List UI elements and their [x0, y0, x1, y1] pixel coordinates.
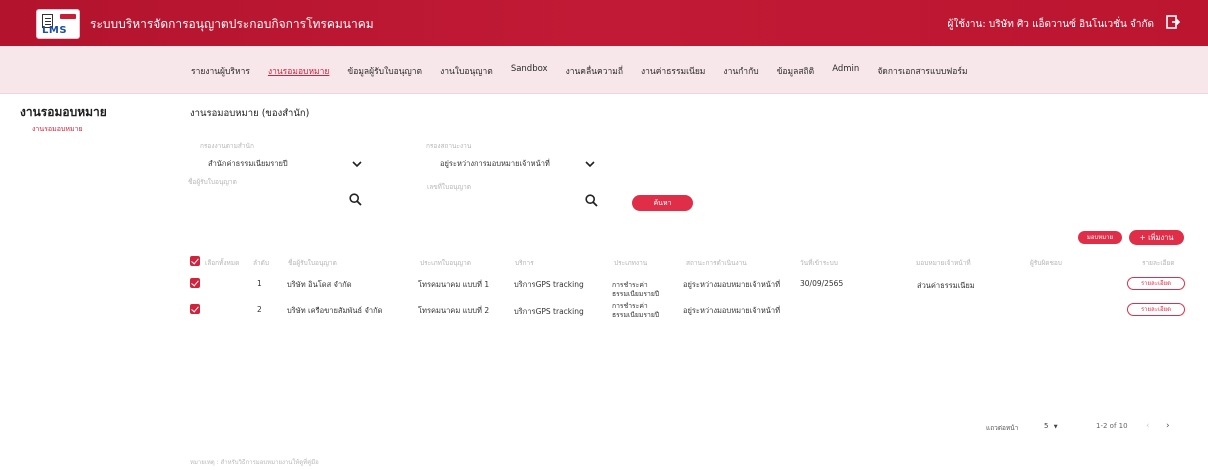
- chevron-down-icon[interactable]: [352, 161, 362, 168]
- col-header-detail: รายละเอียด: [1142, 259, 1175, 267]
- row-status: อยู่ระหว่างมอบหมายเจ้าหน้าที่: [683, 280, 781, 289]
- search-icon[interactable]: [585, 194, 598, 207]
- row-service: บริการGPS tracking: [514, 307, 584, 316]
- col-header-job-type: ประเภทงาน: [614, 259, 648, 267]
- logo-text: LMS: [42, 25, 68, 36]
- row-job-type: การชำระค่าธรรมเนียมรายปี: [612, 302, 660, 319]
- nav-item-admin[interactable]: Admin: [832, 64, 859, 78]
- app-title: ระบบบริหารจัดการอนุญาตประกอบกิจการโทรคมน…: [90, 17, 374, 31]
- main-nav: รายงานผู้บริหาร งานรอมอบหมาย ข้อมูลผู้รั…: [0, 46, 1208, 94]
- user-info: ผู้ใช้งาน: บริษัท ศิว แอ็ดวานซ์ อินโนเวช…: [947, 19, 1154, 30]
- row-license-type: โทรคมนาคม แบบที่ 2: [418, 306, 490, 315]
- nav-item-frequency[interactable]: งานคลื่นความถี่: [566, 64, 623, 78]
- chevron-down-icon[interactable]: [585, 161, 595, 168]
- col-header-licensee: ชื่อผู้รับใบอนุญาต: [288, 259, 337, 267]
- sidebar-link-pending-assignment[interactable]: งานรอมอบหมาย: [32, 124, 83, 135]
- row-license-type: โทรคมนาคม แบบที่ 1: [418, 280, 490, 289]
- add-job-button[interactable]: + เพิ่มงาน: [1129, 230, 1184, 245]
- col-header-status: สถานะการดำเนินงาน: [686, 259, 747, 267]
- row-detail-button[interactable]: รายละเอียด: [1127, 277, 1185, 290]
- status-filter-select[interactable]: อยู่ระหว่างการมอบหมายเจ้าหน้าที่: [440, 158, 550, 170]
- row-status: อยู่ระหว่างมอบหมายเจ้าหน้าที่: [683, 306, 781, 315]
- nav-item-pending-assignment[interactable]: งานรอมอบหมาย: [268, 64, 329, 78]
- row-job-type: การชำระค่าธรรมเนียมรายปี: [612, 281, 660, 298]
- row-index: 1: [257, 279, 262, 288]
- nav-item-license-work[interactable]: งานใบอนุญาต: [440, 64, 493, 78]
- license-no-search-label: เลขที่ใบอนุญาต: [427, 183, 471, 191]
- rows-per-page-label: แถวต่อหน้า: [986, 424, 1019, 432]
- top-header: LMS ระบบบริหารจัดการอนุญาตประกอบกิจการโท…: [0, 0, 1208, 46]
- footnote: หมายเหตุ : สำหรับวิธีการมอบหมายงานให้ดูท…: [190, 459, 319, 466]
- dept-filter-select[interactable]: สำนักค่าธรรมเนียมรายปี: [208, 158, 288, 170]
- search-icon[interactable]: [349, 193, 362, 206]
- page-title: งานรอมอบหมาย (ของสำนัก): [190, 108, 310, 119]
- dept-filter-label: กรองงานตามสำนัก: [200, 142, 254, 150]
- licensee-search-label: ชื่อผู้รับใบอนุญาต: [188, 178, 237, 186]
- nav-item-fees[interactable]: งานค่าธรรมเนียม: [641, 64, 705, 78]
- col-header-service: บริการ: [515, 259, 534, 267]
- lms-logo[interactable]: LMS: [36, 9, 80, 39]
- select-all-checkbox[interactable]: [190, 256, 200, 266]
- col-header-date: วันที่เข้าระบบ: [800, 259, 838, 267]
- col-header-index: ลำดับ: [253, 259, 269, 267]
- sidebar-title: งานรอมอบหมาย: [20, 105, 107, 119]
- nav-item-executive-report[interactable]: รายงานผู้บริหาร: [191, 64, 250, 78]
- row-checkbox[interactable]: [190, 304, 200, 314]
- col-header-select-all: เลือกทั้งหมด: [205, 259, 240, 267]
- col-header-license-type: ประเภทใบอนุญาต: [420, 259, 471, 267]
- rows-per-page-select[interactable]: 5 ▼: [1044, 422, 1058, 430]
- col-header-assigned: มอบหมายเจ้าหน้าที่: [916, 259, 971, 267]
- logout-icon[interactable]: [1166, 15, 1180, 29]
- row-licensee: บริษัท เครือขายสัมพันธ์ จำกัด: [287, 306, 383, 315]
- row-checkbox[interactable]: [190, 278, 200, 288]
- next-page-icon[interactable]: ›: [1166, 421, 1170, 431]
- nav-items: รายงานผู้บริหาร งานรอมอบหมาย ข้อมูลผู้รั…: [191, 64, 986, 78]
- nav-item-forms[interactable]: จัดการเอกสารแบบฟอร์ม: [877, 64, 967, 78]
- rows-per-page-value: 5: [1044, 422, 1049, 430]
- row-detail-button[interactable]: รายละเอียด: [1127, 303, 1185, 316]
- col-header-owner: ผู้รับผิดชอบ: [1030, 259, 1062, 267]
- prev-page-icon[interactable]: ‹: [1146, 421, 1150, 431]
- logo-badge: [60, 14, 76, 19]
- row-assigned: ส่วนค่าธรรมเนียม: [917, 281, 975, 290]
- assign-button[interactable]: มอบหมาย: [1078, 231, 1122, 244]
- nav-item-regulation[interactable]: งานกำกับ: [723, 64, 758, 78]
- row-service: บริการGPS tracking: [514, 280, 584, 289]
- nav-item-statistics[interactable]: ข้อมูลสถิติ: [777, 64, 815, 78]
- row-date: 30/09/2565: [800, 279, 844, 288]
- status-filter-label: กรองสถานะงาน: [426, 142, 472, 150]
- row-index: 2: [257, 305, 262, 314]
- pager-range: 1-2 of 10: [1096, 422, 1128, 430]
- search-button[interactable]: ค้นหา: [632, 195, 693, 211]
- nav-item-licensee-info[interactable]: ข้อมูลผู้รับใบอนุญาต: [347, 64, 422, 78]
- caret-down-icon: ▼: [1053, 424, 1058, 430]
- row-licensee: บริษัท อินโดส จำกัด: [287, 280, 352, 289]
- nav-item-sandbox[interactable]: Sandbox: [511, 64, 548, 78]
